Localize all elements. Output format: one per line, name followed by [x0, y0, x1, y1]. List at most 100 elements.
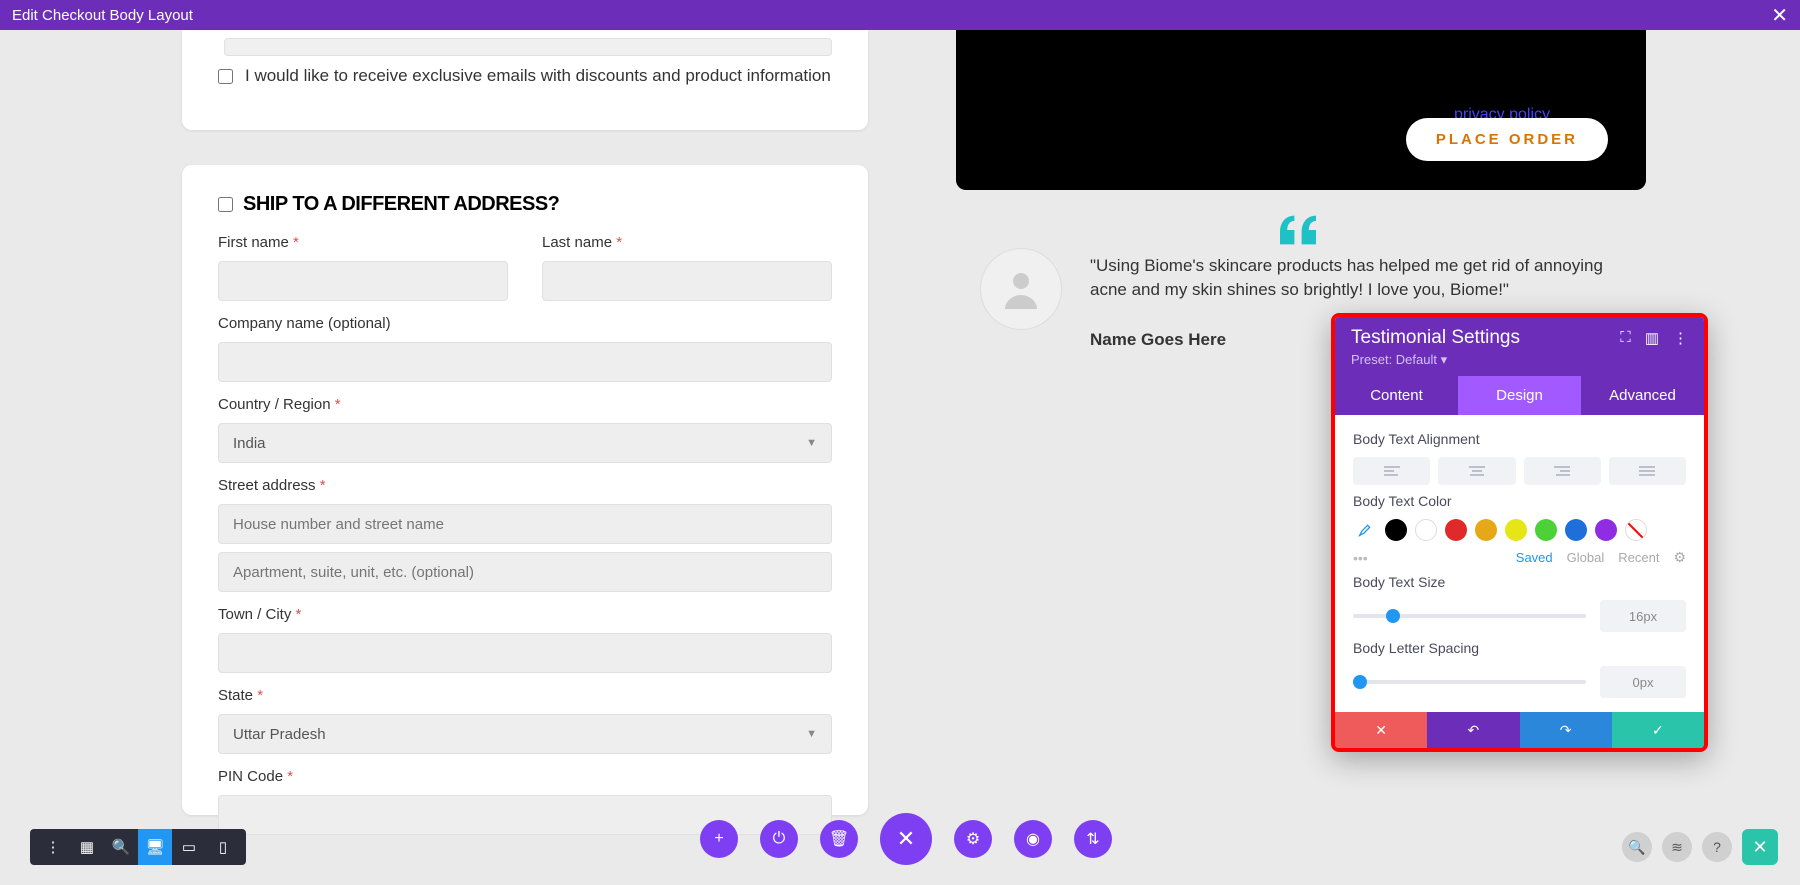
redo-button[interactable]: ↷: [1520, 712, 1612, 748]
swatch-purple[interactable]: [1595, 519, 1617, 541]
sort-icon[interactable]: ⇅: [1074, 820, 1112, 858]
spacing-value[interactable]: 0px: [1600, 666, 1686, 698]
confirm-button[interactable]: ✓: [1612, 712, 1704, 748]
street2-input[interactable]: [218, 552, 832, 592]
swatch-green[interactable]: [1535, 519, 1557, 541]
first-name-input[interactable]: [218, 261, 508, 301]
swatch-black[interactable]: [1385, 519, 1407, 541]
ship-diff-checkbox[interactable]: [218, 197, 233, 212]
label-state: State *: [218, 687, 832, 704]
chevron-down-icon: ▼: [806, 728, 817, 740]
search-icon[interactable]: 🔍: [1622, 832, 1652, 862]
ship-header: Ship to a different address?: [218, 193, 832, 216]
color-row: [1353, 519, 1686, 541]
discard-button[interactable]: ✕: [1335, 712, 1427, 748]
newsletter-checkbox[interactable]: [218, 69, 233, 84]
town-input[interactable]: [218, 633, 832, 673]
tab-content[interactable]: Content: [1335, 376, 1458, 415]
label-street: Street address *: [218, 477, 832, 494]
spacing-slider[interactable]: [1353, 680, 1586, 684]
align-right-button[interactable]: [1524, 457, 1601, 485]
label-company: Company name (optional): [218, 315, 832, 332]
panel-tabs: Content Design Advanced: [1335, 376, 1704, 415]
state-select[interactable]: Uttar Pradesh▼: [218, 714, 832, 754]
columns-icon[interactable]: ▥: [1645, 329, 1659, 347]
email-card: I would like to receive exclusive emails…: [182, 30, 868, 130]
size-value[interactable]: 16px: [1600, 600, 1686, 632]
bottom-right-actions: 🔍 ≋ ? ✕: [1622, 829, 1778, 865]
label-town: Town / City *: [218, 606, 832, 623]
quote-icon: [1280, 210, 1316, 255]
newsletter-row: I would like to receive exclusive emails…: [218, 66, 832, 86]
close-icon[interactable]: ✕: [1771, 3, 1788, 28]
panel-title: Testimonial Settings: [1351, 327, 1520, 349]
swatch-orange[interactable]: [1475, 519, 1497, 541]
menu-icon[interactable]: ⋮: [36, 829, 70, 865]
company-input[interactable]: [218, 342, 832, 382]
wireframe-icon[interactable]: ▦: [70, 829, 104, 865]
settings-panel: Testimonial Settings ⛶ ▥ ⋮ Preset: Defau…: [1331, 313, 1708, 752]
help-icon[interactable]: ?: [1702, 832, 1732, 862]
swatch-red[interactable]: [1445, 519, 1467, 541]
top-bar: Edit Checkout Body Layout ✕: [0, 0, 1800, 30]
chevron-down-icon: ▼: [806, 437, 817, 449]
tab-advanced[interactable]: Advanced: [1581, 376, 1704, 415]
canvas: I would like to receive exclusive emails…: [0, 30, 1800, 885]
power-icon[interactable]: ⏻: [760, 820, 798, 858]
swatch-yellow[interactable]: [1505, 519, 1527, 541]
place-order-button[interactable]: PLACE ORDER: [1406, 118, 1608, 161]
swatch-white[interactable]: [1415, 519, 1437, 541]
page-title: Edit Checkout Body Layout: [12, 7, 193, 24]
newsletter-label: I would like to receive exclusive emails…: [245, 66, 831, 86]
desktop-icon[interactable]: 🖥: [138, 829, 172, 865]
street1-input[interactable]: [218, 504, 832, 544]
mobile-icon[interactable]: ▯: [206, 829, 240, 865]
add-button[interactable]: +: [700, 820, 738, 858]
panel-header[interactable]: Testimonial Settings ⛶ ▥ ⋮ Preset: Defau…: [1335, 317, 1704, 376]
swatch-blue[interactable]: [1565, 519, 1587, 541]
kebab-icon[interactable]: ⋮: [1673, 329, 1688, 347]
clock-icon[interactable]: ◉: [1014, 820, 1052, 858]
panel-footer: ✕ ↶ ↷ ✓: [1335, 712, 1704, 748]
testimonial-name: Name Goes Here: [1090, 330, 1226, 350]
bottom-actions: + ⏻ 🗑 ✕ ⚙ ◉ ⇅: [700, 813, 1112, 865]
color-tab-global[interactable]: Global: [1567, 550, 1605, 565]
exit-button[interactable]: ✕: [1742, 829, 1778, 865]
label-country: Country / Region *: [218, 396, 832, 413]
email-input[interactable]: [224, 38, 832, 56]
label-size: Body Text Size: [1353, 574, 1686, 590]
zoom-icon[interactable]: 🔍: [104, 829, 138, 865]
country-select[interactable]: India▼: [218, 423, 832, 463]
align-justify-button[interactable]: [1609, 457, 1686, 485]
label-alignment: Body Text Alignment: [1353, 431, 1686, 447]
label-spacing: Body Letter Spacing: [1353, 640, 1686, 656]
align-center-button[interactable]: [1438, 457, 1515, 485]
last-name-input[interactable]: [542, 261, 832, 301]
align-left-button[interactable]: [1353, 457, 1430, 485]
trash-icon[interactable]: 🗑: [820, 820, 858, 858]
settings-icon[interactable]: ⚙: [954, 820, 992, 858]
avatar: [980, 248, 1062, 330]
gear-icon[interactable]: ⚙: [1673, 549, 1686, 566]
color-tab-recent[interactable]: Recent: [1618, 550, 1659, 565]
bottom-toolbar: ⋮ ▦ 🔍 🖥 ▭ ▯: [30, 829, 246, 865]
eyedropper-icon[interactable]: [1353, 520, 1373, 540]
shipping-card: Ship to a different address? First name …: [182, 165, 868, 815]
tablet-icon[interactable]: ▭: [172, 829, 206, 865]
order-summary: privacy policy PLACE ORDER: [956, 30, 1646, 190]
more-colors-icon[interactable]: •••: [1353, 550, 1368, 566]
testimonial-text: "Using Biome's skincare products has hel…: [1090, 254, 1610, 302]
panel-body: Body Text Alignment Body Text Color: [1335, 415, 1704, 712]
expand-icon[interactable]: ⛶: [1620, 329, 1631, 347]
undo-button[interactable]: ↶: [1427, 712, 1519, 748]
size-slider[interactable]: [1353, 614, 1586, 618]
label-last-name: Last name *: [542, 234, 832, 251]
preset-dropdown[interactable]: Preset: Default ▾: [1351, 352, 1688, 368]
close-big-button[interactable]: ✕: [880, 813, 932, 865]
layers-icon[interactable]: ≋: [1662, 832, 1692, 862]
swatch-none[interactable]: [1625, 519, 1647, 541]
color-tab-saved[interactable]: Saved: [1516, 550, 1553, 565]
tab-design[interactable]: Design: [1458, 376, 1581, 415]
ship-heading: Ship to a different address?: [243, 193, 559, 216]
label-first-name: First name *: [218, 234, 508, 251]
